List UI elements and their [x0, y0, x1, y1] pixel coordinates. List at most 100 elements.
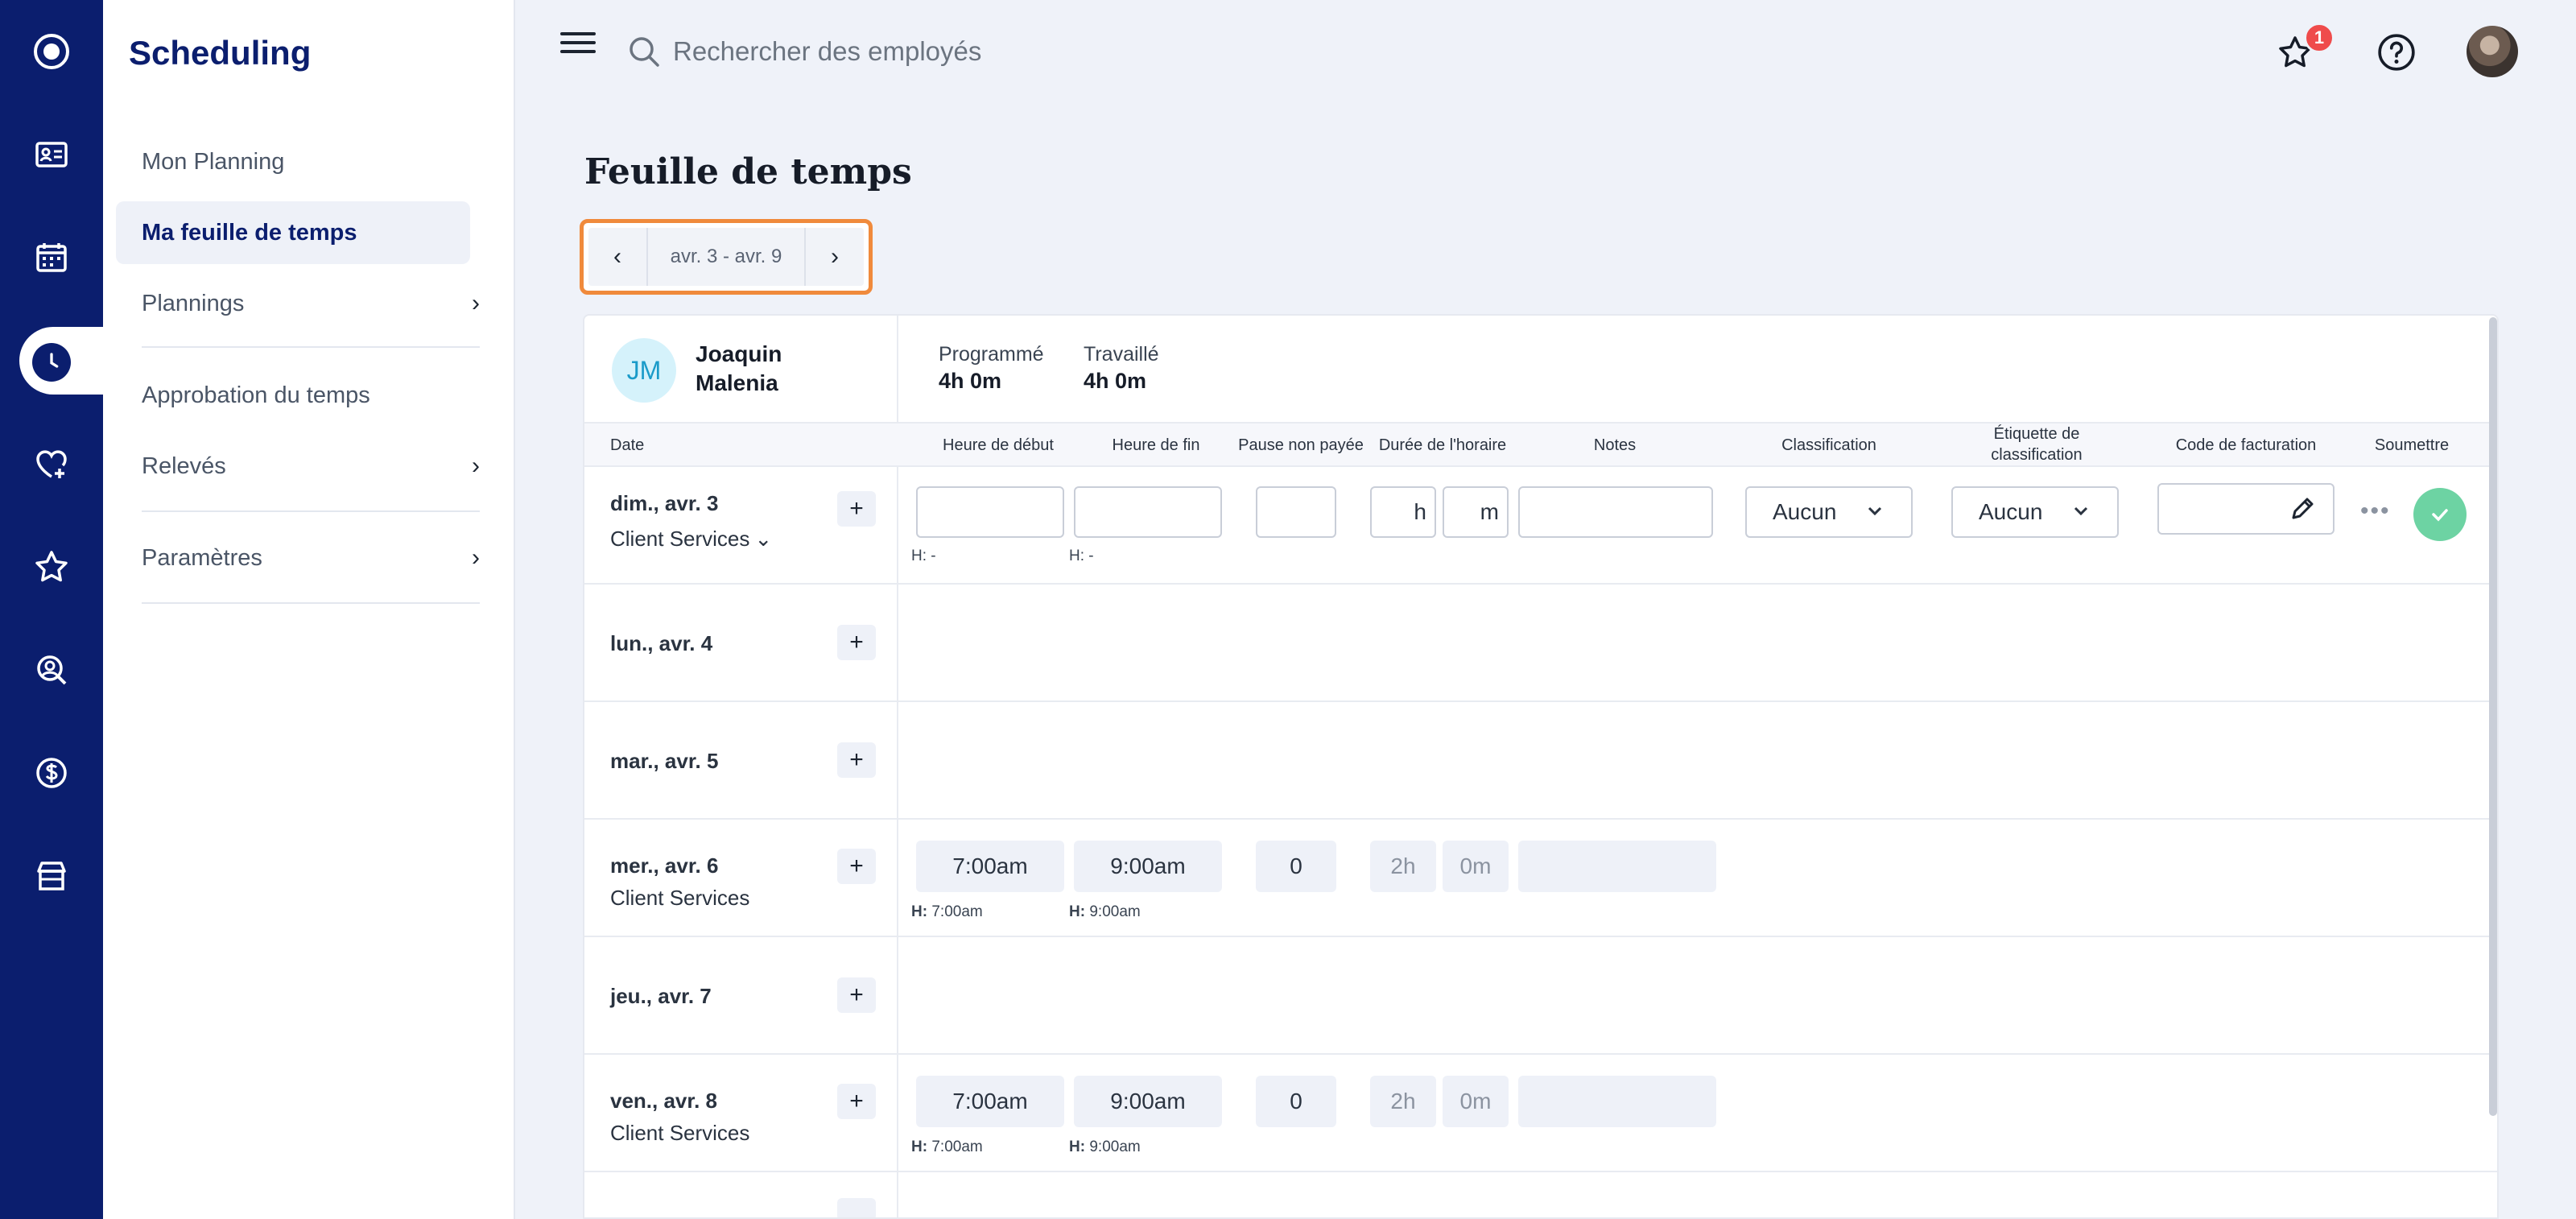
nav-item-releves[interactable]: Relevés ›: [116, 435, 480, 498]
billing-code-input[interactable]: [2157, 483, 2334, 535]
column-header-end: Heure de fin: [1112, 436, 1200, 454]
add-shift-button[interactable]: +: [837, 849, 876, 884]
classification-tag-select[interactable]: Aucun: [1951, 486, 2119, 538]
duration-hours-value: 2h: [1370, 841, 1436, 892]
duration-minutes-input[interactable]: m: [1443, 486, 1509, 538]
row-day: lun., avr. 4: [610, 631, 713, 655]
chevron-down-icon: ⌄: [754, 527, 773, 551]
table-row: mer., avr. 6 Client Services + 7:00am H:…: [584, 820, 2497, 937]
chevron-right-icon: ›: [472, 452, 480, 479]
add-shift-button[interactable]: +: [837, 491, 876, 527]
search-input[interactable]: [673, 29, 1397, 74]
end-time-input[interactable]: [1074, 486, 1222, 538]
notes-value[interactable]: [1518, 841, 1716, 892]
clock-icon[interactable]: [32, 343, 71, 382]
add-shift-button[interactable]: +: [837, 625, 876, 660]
start-time-value[interactable]: 7:00am: [916, 1076, 1064, 1127]
end-time-value[interactable]: 9:00am: [1074, 1076, 1222, 1127]
end-time-hint: H: 9:00am: [1069, 1138, 1141, 1155]
minutes-unit-label: m: [1480, 499, 1499, 524]
more-options-icon[interactable]: •••: [2360, 498, 2391, 525]
calendar-icon[interactable]: [0, 206, 103, 309]
nav-item-parametres[interactable]: Paramètres ›: [116, 527, 480, 589]
notification-badge: 1: [2304, 23, 2334, 53]
table-row: mar., avr. 5 +: [584, 702, 2497, 820]
nav-item-mon-planning[interactable]: Mon Planning: [116, 130, 470, 193]
add-shift-button[interactable]: +: [837, 977, 876, 1013]
unpaid-break-value[interactable]: 0: [1256, 841, 1336, 892]
nav-item-plannings[interactable]: Plannings ›: [116, 272, 480, 335]
dollar-icon[interactable]: [0, 721, 103, 824]
notes-input[interactable]: [1518, 486, 1713, 538]
column-header-date: Date: [610, 436, 645, 454]
heart-plus-icon[interactable]: [0, 412, 103, 515]
column-header-submit: Soumettre: [2374, 436, 2450, 454]
previous-week-button[interactable]: ‹: [588, 228, 646, 286]
nav-item-label: Relevés: [142, 452, 226, 479]
help-icon[interactable]: [2375, 31, 2418, 74]
menu-icon[interactable]: [560, 32, 596, 61]
scrollbar[interactable]: [2489, 317, 2497, 1116]
column-header-tag-line2: classification: [1991, 446, 2083, 464]
employee-first-name: Joaquin: [696, 341, 782, 366]
nav-item-ma-feuille-de-temps[interactable]: Ma feuille de temps: [116, 201, 470, 264]
employee-last-name: Malenia: [696, 370, 778, 395]
duration-minutes-value: 0m: [1443, 1076, 1509, 1127]
table-header: Date Heure de début Heure de fin Pause n…: [584, 422, 2497, 467]
start-time-value[interactable]: 7:00am: [916, 841, 1064, 892]
employee-name: Joaquin Malenia: [696, 340, 782, 398]
row-day: dim., avr. 3: [610, 491, 719, 515]
duration-hours-input[interactable]: h: [1370, 486, 1436, 538]
pencil-icon[interactable]: [2288, 494, 2317, 523]
start-time-hint: H: 7:00am: [911, 903, 983, 920]
start-time-hint: H: -: [911, 548, 936, 564]
duration-minutes-value: 0m: [1443, 841, 1509, 892]
column-header-duration: Durée de l'horaire: [1378, 436, 1507, 454]
notes-value[interactable]: [1518, 1076, 1716, 1127]
add-shift-button[interactable]: +: [837, 742, 876, 778]
column-header-tag-line1: Étiquette de: [1993, 425, 2080, 443]
next-week-button[interactable]: ›: [806, 228, 864, 286]
scheduled-label: Programmé: [939, 343, 1044, 366]
id-card-icon[interactable]: [0, 103, 103, 206]
start-time-input[interactable]: [916, 486, 1064, 538]
row-department[interactable]: Client Services ⌄: [610, 527, 772, 552]
end-time-value[interactable]: 9:00am: [1074, 841, 1222, 892]
nav-divider: [142, 602, 480, 604]
user-avatar[interactable]: [2467, 26, 2518, 77]
timesheet-card: JM Joaquin Malenia Programmé 4h 0m Trava…: [583, 314, 2499, 1219]
unpaid-break-value[interactable]: 0: [1256, 1076, 1336, 1127]
worked-value: 4h 0m: [1084, 369, 1147, 393]
logo-icon[interactable]: [0, 0, 103, 103]
row-day: ven., avr. 8: [610, 1089, 717, 1113]
chevron-down-icon: [1868, 506, 1882, 516]
page-title: Feuille de temps: [584, 151, 912, 192]
classification-value: Aucun: [1773, 499, 1837, 524]
add-shift-button[interactable]: +: [837, 1084, 876, 1119]
hours-unit-label: h: [1414, 499, 1426, 524]
date-range-selector: ‹ avr. 3 - avr. 9 ›: [580, 219, 873, 295]
user-search-icon[interactable]: [0, 618, 103, 721]
row-department-label: Client Services: [610, 527, 750, 551]
row-day: mer., avr. 6: [610, 853, 719, 878]
nav-item-label: Paramètres: [142, 544, 262, 571]
nav-item-label: Mon Planning: [142, 148, 285, 175]
column-header-break: Pause non payée: [1238, 436, 1364, 454]
table-row: ven., avr. 8 Client Services + 7:00am H:…: [584, 1055, 2497, 1172]
add-shift-button[interactable]: [837, 1198, 876, 1217]
store-icon[interactable]: [0, 824, 103, 928]
nav-item-approbation-du-temps[interactable]: Approbation du temps: [116, 364, 470, 427]
date-range-label[interactable]: avr. 3 - avr. 9: [646, 228, 806, 286]
search-icon: [630, 37, 659, 67]
star-icon[interactable]: [0, 515, 103, 618]
worked-label: Travaillé: [1084, 343, 1159, 366]
icon-rail: [0, 0, 122, 1219]
nav-divider: [142, 510, 480, 512]
nav-item-label: Ma feuille de temps: [142, 219, 357, 246]
classification-select[interactable]: Aucun: [1745, 486, 1913, 538]
side-nav: Scheduling Mon Planning Ma feuille de te…: [103, 0, 515, 1219]
column-header-classification: Classification: [1781, 436, 1876, 454]
nav-item-label: Approbation du temps: [142, 382, 370, 408]
unpaid-break-input[interactable]: [1256, 486, 1336, 538]
submit-button[interactable]: [2413, 488, 2467, 541]
